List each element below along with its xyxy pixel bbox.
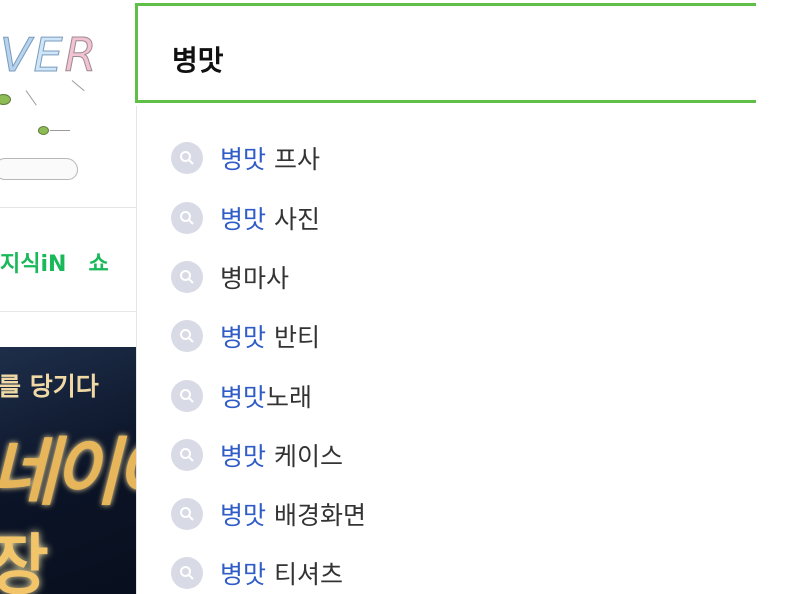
- nav-item-kin[interactable]: 지식iN: [0, 252, 66, 277]
- suggestion-highlight: 병맛: [220, 501, 267, 530]
- search-input[interactable]: 병맛: [172, 39, 224, 79]
- autocomplete-dropdown: 병맛 프사 병맛 사진 병마사 병맛 반티 병맛노래 병맛 케이스 병맛 배경화…: [136, 106, 777, 594]
- suggestion-highlight: 병맛: [220, 560, 267, 589]
- suggestion-highlight: 병맛: [220, 383, 267, 412]
- divider: [0, 207, 136, 208]
- suggestion-item[interactable]: 병맛 프사: [171, 138, 320, 178]
- suggestion-item[interactable]: 병맛 케이스: [171, 435, 343, 475]
- suggestion-highlight: 병맛: [220, 145, 267, 174]
- suggestion-label: 병맛 사진: [220, 200, 320, 236]
- doodle-dot: [0, 94, 11, 105]
- doodle-line: [25, 90, 37, 106]
- search-icon: [171, 142, 203, 174]
- suggestion-highlight: 병맛: [220, 323, 267, 352]
- suggestion-rest: 노래: [266, 383, 313, 412]
- logo[interactable]: VER: [0, 0, 136, 205]
- banner-tagline: 를 당기다: [0, 372, 99, 401]
- suggestion-rest: 프사: [266, 145, 320, 174]
- suggestion-label: 병맛 반티: [220, 318, 320, 354]
- search-icon: [171, 320, 203, 352]
- suggestion-label: 병맛노래: [220, 378, 312, 414]
- suggestion-rest: 반티: [266, 323, 320, 352]
- nav-item-shopping[interactable]: 쇼: [88, 252, 108, 277]
- search-icon: [171, 439, 203, 471]
- banner-subtitle: 장: [0, 527, 49, 594]
- search-icon: [171, 202, 203, 234]
- suggestion-label: 병마사: [220, 259, 289, 295]
- suggestion-label: 병맛 케이스: [220, 437, 343, 473]
- search-icon: [171, 261, 203, 293]
- suggestion-item[interactable]: 병맛 사진: [171, 198, 320, 238]
- doodle-dot: [38, 126, 49, 135]
- divider: [0, 311, 136, 312]
- suggestion-label: 병맛 티셔츠: [220, 555, 343, 591]
- suggestion-highlight: 병맛: [220, 442, 267, 471]
- suggestion-item[interactable]: 병맛 티셔츠: [171, 553, 343, 593]
- suggestion-label: 병맛 프사: [220, 140, 320, 176]
- suggestion-rest: 사진: [266, 205, 320, 234]
- logo-text: VER: [0, 28, 99, 83]
- ad-banner[interactable]: 를 당기다 네이이 장: [0, 347, 136, 594]
- suggestion-highlight: 병맛: [220, 205, 267, 234]
- suggestion-rest: 티셔츠: [266, 560, 343, 589]
- search-icon: [171, 380, 203, 412]
- suggestion-item[interactable]: 병맛 배경화면: [171, 494, 366, 534]
- suggestion-label: 병맛 배경화면: [220, 496, 366, 532]
- service-nav: 지식iN 쇼: [0, 246, 131, 278]
- suggestion-rest: 병마사: [220, 264, 290, 293]
- suggestion-item[interactable]: 병마사: [171, 257, 289, 297]
- page-edge: [756, 0, 811, 594]
- banner-title: 네이이: [0, 430, 136, 516]
- cloud-doodle: [0, 158, 78, 180]
- suggestion-rest: 배경화면: [266, 501, 366, 530]
- search-icon: [171, 498, 203, 530]
- suggestion-rest: 케이스: [266, 442, 343, 471]
- doodle-line: [50, 130, 70, 131]
- suggestion-item[interactable]: 병맛 반티: [171, 316, 320, 356]
- search-icon: [171, 557, 203, 589]
- search-box[interactable]: 병맛: [135, 3, 775, 103]
- suggestion-item[interactable]: 병맛노래: [171, 376, 312, 416]
